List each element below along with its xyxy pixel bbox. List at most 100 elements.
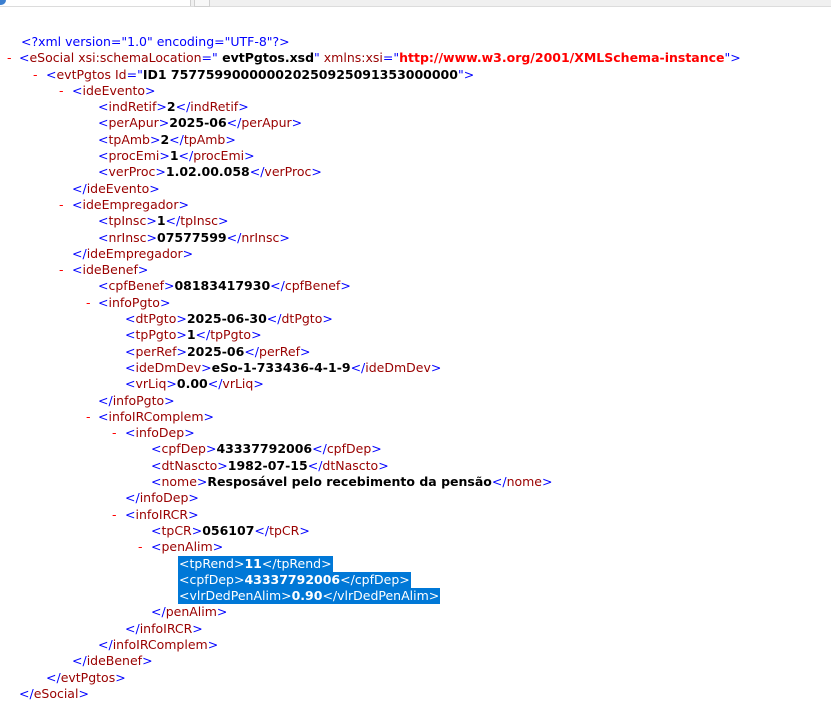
element-value: 2025-06-30	[186, 311, 267, 327]
xml-declaration: <?xml version="1.0" encoding="UTF-8"?>	[21, 34, 290, 49]
tag-name: cpfDep	[161, 441, 206, 457]
tag-name: infoIRComplem	[108, 408, 204, 424]
ideempregador-close-line: </ideEmpregador>	[0, 246, 831, 262]
tag-name: cpfDep	[354, 571, 400, 587]
collapse-toggle-penalim[interactable]: -	[138, 539, 143, 555]
infopgto-open-tag: <infoPgto>	[98, 294, 171, 310]
element-cpfdep-selected[interactable]: <cpfDep>43337792006</cpfDep>	[178, 571, 411, 589]
collapse-toggle-esocial[interactable]: -	[7, 50, 12, 66]
element-value: 08183417930	[174, 278, 271, 294]
ideevento-open-line: - <ideEvento>	[0, 83, 831, 99]
element-tpamb: <tpAmb>2</tpAmb>	[98, 131, 236, 147]
element-perapur: <perApur>2025-06</perApur>	[98, 115, 303, 131]
tag-name: verProc	[264, 164, 312, 180]
element-line-dtpgto: <dtPgto>2025-06-30</dtPgto>	[0, 311, 831, 327]
attribute-value: evtPgtos.xsd	[217, 50, 315, 66]
element-value: 11	[244, 555, 262, 571]
element-verproc: <verProc>1.02.00.058</verProc>	[98, 164, 322, 180]
close-icon[interactable]	[194, 0, 210, 7]
element-value: 1982-07-15	[227, 457, 308, 473]
infopgto-open-line: - <infoPgto>	[0, 295, 831, 311]
esocial-open-tag: <eSocial xsi:schemaLocation=" evtPgtos.x…	[19, 50, 741, 66]
idebenef-close-tag: </ideBenef>	[72, 653, 153, 669]
element-value: 2	[166, 99, 176, 115]
tag-name: ideDmDev	[135, 359, 202, 375]
attribute-value-url: http://www.w3.org/2001/XMLSchema-instanc…	[399, 50, 725, 66]
collapse-toggle-ideempregador[interactable]: -	[59, 197, 64, 213]
tag-name: ideBenef	[82, 262, 138, 278]
tag-name: indRetif	[108, 99, 157, 115]
browser-tab[interactable]	[0, 0, 191, 6]
tag-name: tpInsc	[180, 213, 219, 229]
ideempregador-open-line: - <ideEmpregador>	[0, 197, 831, 213]
esocial-open-line: - <eSocial xsi:schemaLocation=" evtPgtos…	[0, 50, 831, 66]
esocial-close-tag: </eSocial>	[19, 685, 89, 701]
collapse-toggle-infodep[interactable]: -	[112, 425, 117, 441]
evtpgtos-close-line: </evtPgtos>	[0, 670, 831, 686]
tag-name: nrInsc	[241, 229, 280, 245]
element-nrinsc: <nrInsc>07577599</nrInsc>	[98, 229, 290, 245]
element-value: 2	[160, 131, 170, 147]
tag-name: penAlim	[165, 604, 217, 620]
tag-name: indRetif	[190, 99, 239, 115]
element-line-tpamb: <tpAmb>2</tpAmb>	[0, 132, 831, 148]
tag-name: tpPgto	[135, 327, 177, 343]
xml-tree: <?xml version="1.0" encoding="UTF-8"?> -…	[0, 34, 831, 702]
element-perref: <perRef>2025-06</perRef>	[125, 343, 311, 359]
tag-name: perRef	[135, 343, 177, 359]
tag-name: dtNascto	[161, 457, 218, 473]
tag-name: nome	[506, 474, 542, 490]
infoircr-close-tag: </infoIRCR>	[125, 620, 203, 636]
tag-name: infoPgto	[108, 294, 160, 310]
element-value: 056107	[202, 522, 255, 538]
tag-name: infoDep	[135, 425, 185, 441]
infoircomplem-close-line: </infoIRComplem>	[0, 637, 831, 653]
collapse-toggle-idebenef[interactable]: -	[59, 262, 64, 278]
evtpgtos-close-tag: </evtPgtos>	[46, 669, 126, 685]
element-line-indretif: <indRetif>2</indRetif>	[0, 99, 831, 115]
evtpgtos-open-tag: <evtPgtos Id="ID1 7577599000000202509250…	[46, 66, 475, 82]
tag-name: vrLiq	[222, 376, 254, 392]
element-value: 07577599	[157, 229, 227, 245]
tag-name: dtPgto	[135, 311, 177, 327]
element-line-idedmdev: <ideDmDev>eSo-1-733436-4-1-9</ideDmDev>	[0, 360, 831, 376]
tag-name: vlrDedPenAlim	[189, 588, 282, 604]
element-line-procemi: <procEmi>1</procEmi>	[0, 148, 831, 164]
idebenef-open-tag: <ideBenef>	[72, 262, 149, 278]
element-vlrdedpenalim-selected[interactable]: <vlrDedPenAlim>0.90</vlrDedPenAlim>	[178, 588, 441, 605]
ideempregador-open-tag: <ideEmpregador>	[72, 196, 189, 212]
ideevento-close-tag: </ideEvento>	[72, 180, 160, 196]
collapse-toggle-infopgto[interactable]: -	[86, 295, 91, 311]
tag-name: tpRend	[276, 555, 322, 571]
element-line-nome: <nome>Resposável pelo recebimento da pen…	[0, 474, 831, 490]
element-vrliq: <vrLiq>0.00</vrLiq>	[125, 376, 264, 392]
tag-name: tpCR	[161, 522, 192, 538]
infodep-close-line: </infoDep>	[0, 490, 831, 506]
element-cpfbenef: <cpfBenef>08183417930</cpfBenef>	[98, 278, 351, 294]
element-idedmdev: <ideDmDev>eSo-1-733436-4-1-9</ideDmDev>	[125, 359, 442, 375]
collapse-toggle-infoircr[interactable]: -	[112, 507, 117, 523]
infoircr-open-line: - <infoIRCR>	[0, 507, 831, 523]
tag-name: vlrDedPenAlim	[337, 588, 429, 604]
infoircomplem-open-line: - <infoIRComplem>	[0, 409, 831, 425]
tag-name: infoIRCR	[135, 506, 189, 522]
esocial-close-line: </eSocial>	[0, 686, 831, 702]
infopgto-close-tag: </infoPgto>	[98, 392, 175, 408]
element-tpcr: <tpCR>056107</tpCR>	[151, 522, 310, 538]
element-value: 1	[186, 327, 196, 343]
attribute-value: ID1 757759900000020250925091353000000	[142, 66, 458, 82]
tag-name: ideEmpregador	[86, 245, 183, 261]
evtpgtos-open-line: - <evtPgtos Id="ID1 75775990000002025092…	[0, 67, 831, 83]
element-line-verproc: <verProc>1.02.00.058</verProc>	[0, 164, 831, 180]
element-value: 1.02.00.058	[165, 164, 250, 180]
tag-name: infoDep	[139, 490, 189, 506]
element-line-perref: <perRef>2025-06</perRef>	[0, 344, 831, 360]
element-value: Resposável pelo recebimento da pensão	[207, 474, 492, 490]
collapse-toggle-evtpgtos[interactable]: -	[33, 67, 38, 83]
element-tprend-selected[interactable]: <tpRend>11</tpRend>	[178, 555, 333, 572]
collapse-toggle-ideevento[interactable]: -	[59, 83, 64, 99]
collapse-toggle-infoircomplem[interactable]: -	[86, 409, 91, 425]
infoircomplem-open-tag: <infoIRComplem>	[98, 408, 214, 424]
idebenef-open-line: - <ideBenef>	[0, 262, 831, 278]
element-line-vrliq: <vrLiq>0.00</vrLiq>	[0, 376, 831, 392]
